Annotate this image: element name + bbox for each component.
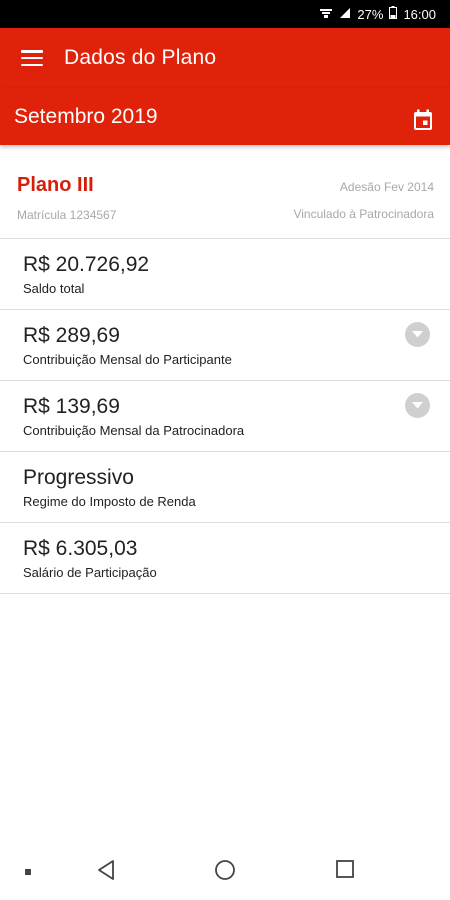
recents-button[interactable]: [335, 859, 355, 879]
status-bar: 27% 16:00: [0, 0, 450, 28]
clock: 16:00: [403, 6, 436, 22]
row-label: Contribuição Mensal do Participante: [23, 352, 232, 367]
back-button[interactable]: [96, 859, 116, 881]
row-label: Salário de Participação: [23, 565, 157, 580]
home-icon: [215, 860, 235, 880]
row-label: Regime do Imposto de Renda: [23, 494, 196, 509]
plan-matricula: Matrícula 1234567: [17, 208, 117, 222]
back-icon: [98, 860, 114, 880]
row-value: R$ 20.726,92: [23, 253, 150, 276]
plan-name: Plano III: [17, 174, 94, 196]
plan-header: Plano III Matrícula 1234567 Adesão Fev 2…: [0, 160, 450, 238]
page-title: Dados do Plano: [64, 46, 217, 69]
info-row-contribuicao-patrocinadora[interactable]: R$ 139,69 Contribuição Mensal da Patroci…: [0, 381, 450, 451]
plan-vinculo: Vinculado à Patrocinadora: [293, 207, 434, 221]
month-bar: Setembro 2019: [0, 88, 450, 145]
row-label: Saldo total: [23, 281, 85, 296]
expand-button[interactable]: [405, 393, 430, 418]
nav-dot-icon: [24, 868, 32, 876]
calendar-icon: [414, 109, 432, 130]
divider: [0, 593, 450, 594]
menu-icon: [21, 50, 43, 66]
chevron-down-icon: [412, 331, 423, 338]
home-button[interactable]: [214, 859, 236, 881]
row-value: R$ 289,69: [23, 324, 120, 347]
signal-icon: [339, 7, 351, 22]
menu-button[interactable]: [0, 28, 64, 88]
info-row-saldo: R$ 20.726,92 Saldo total: [0, 239, 450, 309]
recents-icon: [336, 860, 354, 878]
row-label: Contribuição Mensal da Patrocinadora: [23, 423, 245, 438]
selected-month: Setembro 2019: [14, 104, 158, 128]
battery-icon: [389, 6, 398, 22]
calendar-button[interactable]: [410, 107, 436, 133]
expand-button[interactable]: [405, 322, 430, 347]
chevron-down-icon: [412, 402, 423, 409]
row-value: Progressivo: [23, 466, 134, 489]
plan-adesao: Adesão Fev 2014: [339, 180, 434, 194]
info-row-salario: R$ 6.305,03 Salário de Participação: [0, 523, 450, 593]
info-row-contribuicao-participante[interactable]: R$ 289,69 Contribuição Mensal do Partici…: [0, 310, 450, 380]
battery-percent: 27%: [357, 6, 384, 22]
row-value: R$ 6.305,03: [23, 537, 138, 560]
wifi-icon: [319, 7, 333, 22]
app-bar: Dados do Plano: [0, 28, 450, 88]
info-row-regime-ir: Progressivo Regime do Imposto de Renda: [0, 452, 450, 522]
system-nav-bar: [0, 845, 450, 900]
row-value: R$ 139,69: [23, 395, 120, 418]
